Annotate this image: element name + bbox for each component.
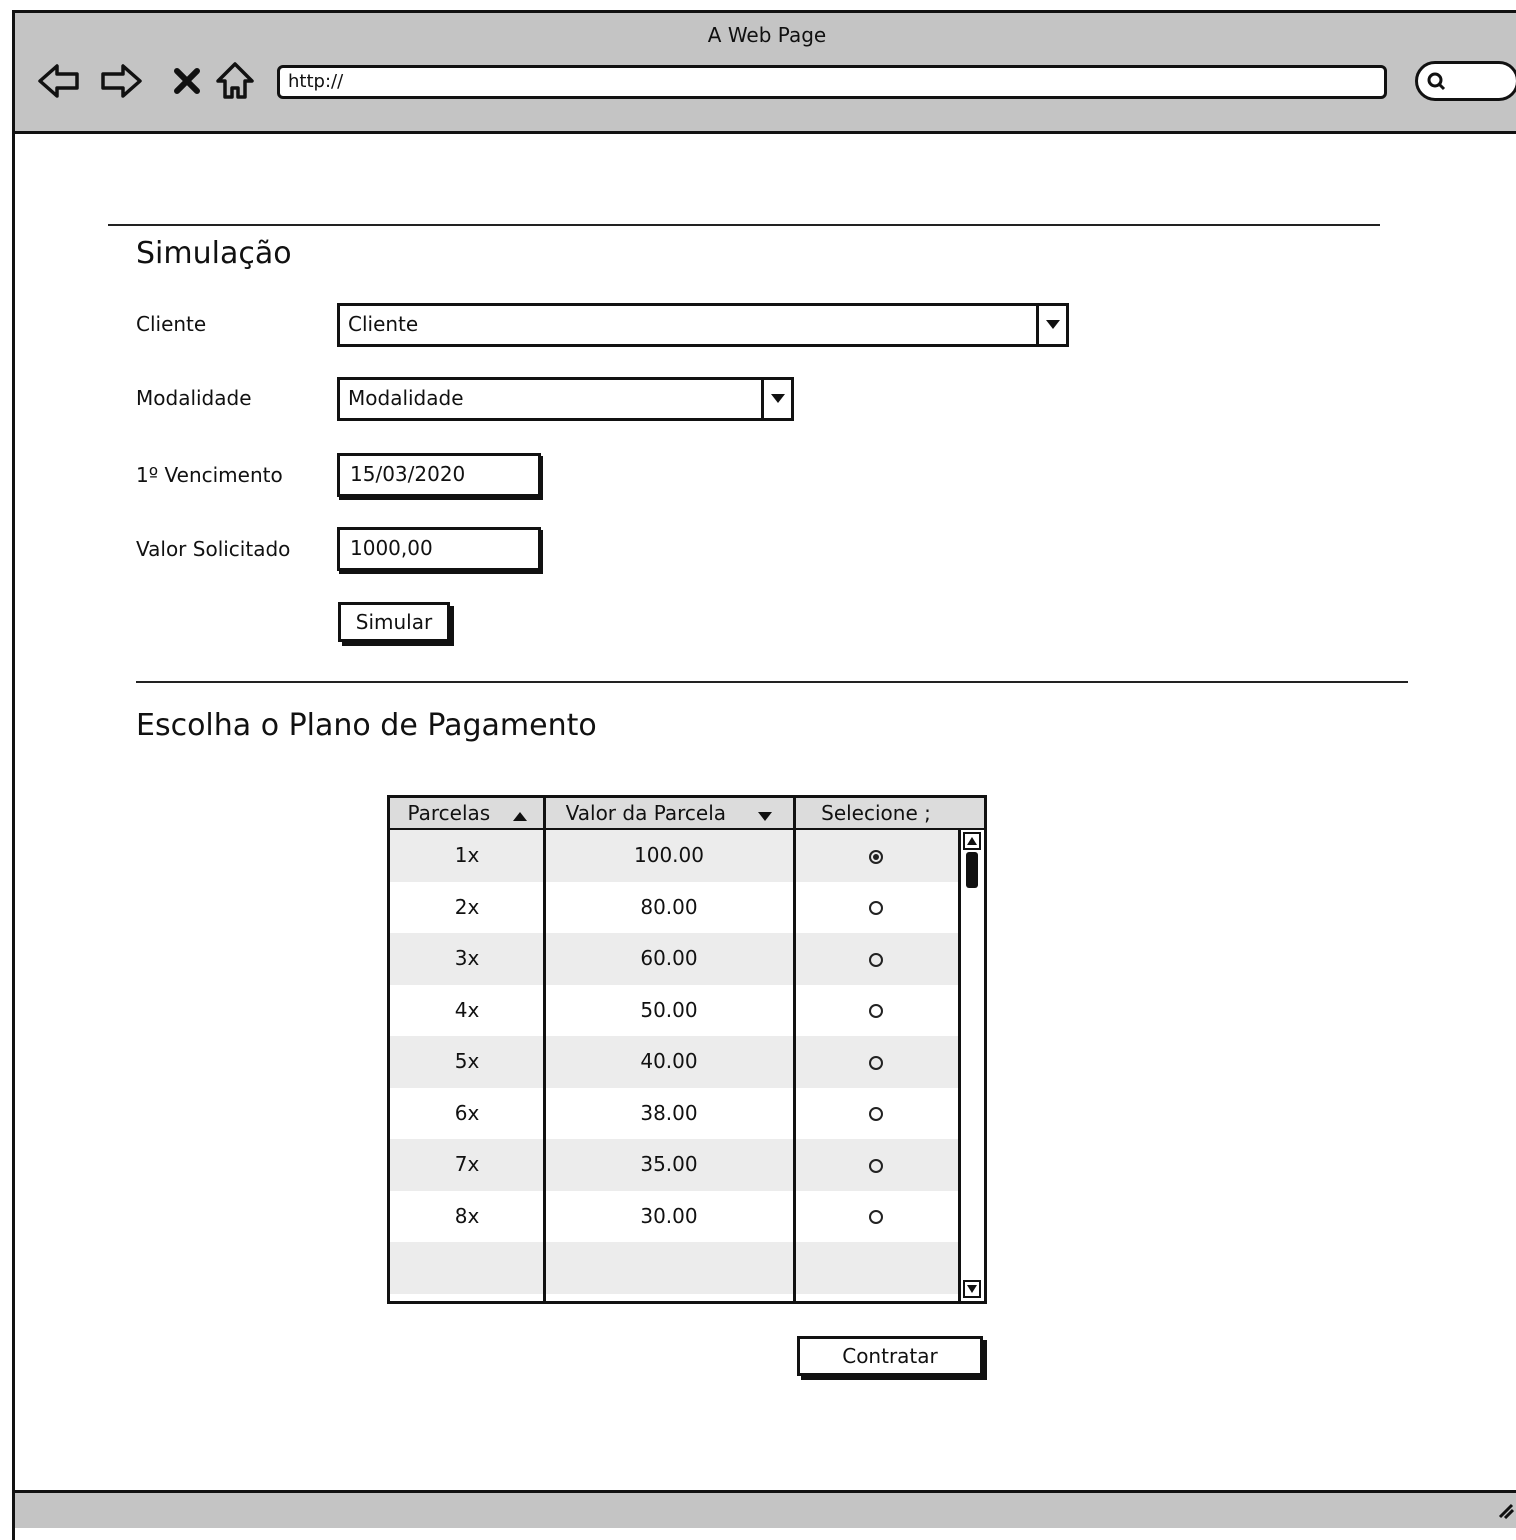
- scroll-down-icon[interactable]: [963, 1280, 981, 1298]
- parcelas-cell: 7x: [454, 1152, 480, 1176]
- parcelas-cell: 5x: [454, 1049, 480, 1073]
- parcelas-cell: 6x: [454, 1100, 480, 1125]
- column-divider: [793, 798, 796, 1301]
- column-header-selecione[interactable]: Selecione ;: [794, 798, 958, 828]
- browser-search-field[interactable]: [1415, 61, 1516, 101]
- table-row[interactable]: 1x 100.00: [390, 830, 958, 882]
- parcelas-cell: 3x: [454, 946, 480, 970]
- table-scrollbar[interactable]: [958, 830, 984, 1301]
- plan-radio[interactable]: [869, 1107, 883, 1121]
- simulacao-title: Simulação: [136, 236, 292, 271]
- modalidade-select[interactable]: Modalidade: [337, 377, 794, 421]
- modalidade-select-value: Modalidade: [348, 386, 464, 410]
- valor-solicitado-input[interactable]: 1000,00: [337, 527, 541, 571]
- valor-cell: 50.00: [640, 997, 698, 1022]
- plan-radio-selected[interactable]: [869, 849, 883, 864]
- table-header: Parcelas Valor da Parcela Selecione ;: [390, 798, 984, 830]
- valor-cell: 30.00: [640, 1203, 698, 1228]
- plan-radio[interactable]: [869, 952, 883, 967]
- plan-radio[interactable]: [869, 901, 883, 915]
- resize-grip-icon[interactable]: [1496, 1501, 1515, 1523]
- section-divider: [136, 681, 1408, 683]
- table-row-empty: [390, 1242, 958, 1294]
- cliente-select[interactable]: Cliente: [337, 303, 1069, 347]
- valor-cell: 40.00: [640, 1049, 698, 1073]
- valor-cell: 80.00: [640, 894, 698, 919]
- valor-cell: 38.00: [640, 1100, 698, 1125]
- select-cell: [794, 1036, 958, 1088]
- cliente-select-value: Cliente: [348, 312, 419, 336]
- select-cell: [794, 1088, 958, 1140]
- valor-cell: 35.00: [640, 1152, 698, 1176]
- chevron-down-icon[interactable]: [1036, 306, 1066, 344]
- payment-plan-table: Parcelas Valor da Parcela Selecione ; 1x…: [387, 795, 987, 1304]
- vencimento-label: 1º Vencimento: [136, 463, 283, 487]
- modalidade-label: Modalidade: [136, 386, 252, 410]
- select-cell: [794, 1191, 958, 1243]
- table-row[interactable]: 3x 60.00: [390, 933, 958, 985]
- cliente-label: Cliente: [136, 312, 207, 336]
- plan-radio[interactable]: [869, 1210, 883, 1224]
- table-row[interactable]: 6x 38.00: [390, 1088, 958, 1140]
- stop-icon[interactable]: [165, 59, 209, 103]
- table-row[interactable]: 5x 40.00: [390, 1036, 958, 1088]
- window-title: A Web Page: [707, 23, 827, 47]
- sort-ascending-icon[interactable]: [512, 800, 527, 830]
- simular-button[interactable]: Simular: [338, 602, 450, 642]
- search-icon: [1424, 69, 1448, 93]
- parcelas-cell: 8x: [454, 1203, 480, 1228]
- valor-cell: 100.00: [634, 843, 704, 867]
- plan-radio[interactable]: [869, 1158, 883, 1173]
- select-cell: [794, 933, 958, 985]
- column-divider: [543, 798, 546, 1301]
- select-cell: [794, 882, 958, 934]
- plan-radio[interactable]: [869, 1055, 883, 1070]
- table-row[interactable]: 7x 35.00: [390, 1139, 958, 1191]
- back-icon[interactable]: [37, 59, 81, 103]
- chevron-down-icon[interactable]: [761, 380, 791, 418]
- scroll-up-icon[interactable]: [963, 832, 981, 850]
- column-header-parcelas[interactable]: Parcelas: [390, 798, 544, 828]
- sort-descending-icon[interactable]: [758, 800, 773, 830]
- url-input[interactable]: http://: [277, 65, 1387, 99]
- valor-cell: 60.00: [640, 946, 698, 970]
- select-cell: [794, 985, 958, 1037]
- parcelas-cell: 2x: [454, 894, 480, 919]
- select-cell: [794, 830, 958, 882]
- valor-solicitado-label: Valor Solicitado: [136, 537, 291, 561]
- parcelas-cell: 4x: [454, 997, 480, 1022]
- parcelas-cell: 1x: [454, 843, 480, 867]
- table-row[interactable]: 4x 50.00: [390, 985, 958, 1037]
- table-row[interactable]: 8x 30.00: [390, 1191, 958, 1243]
- plan-radio[interactable]: [869, 1004, 883, 1018]
- table-row[interactable]: 2x 80.00: [390, 882, 958, 934]
- column-header-valor[interactable]: Valor da Parcela: [544, 798, 794, 828]
- select-cell: [794, 1139, 958, 1191]
- plano-title: Escolha o Plano de Pagamento: [136, 708, 597, 743]
- home-icon[interactable]: [213, 59, 257, 103]
- vencimento-input[interactable]: 15/03/2020: [337, 453, 541, 497]
- forward-icon[interactable]: [99, 59, 143, 103]
- top-divider: [108, 224, 1380, 226]
- browser-toolbar: A Web Page http://: [12, 10, 1516, 134]
- contratar-button[interactable]: Contratar: [797, 1336, 983, 1376]
- browser-status-bar: [12, 1490, 1516, 1528]
- scroll-thumb[interactable]: [966, 852, 978, 888]
